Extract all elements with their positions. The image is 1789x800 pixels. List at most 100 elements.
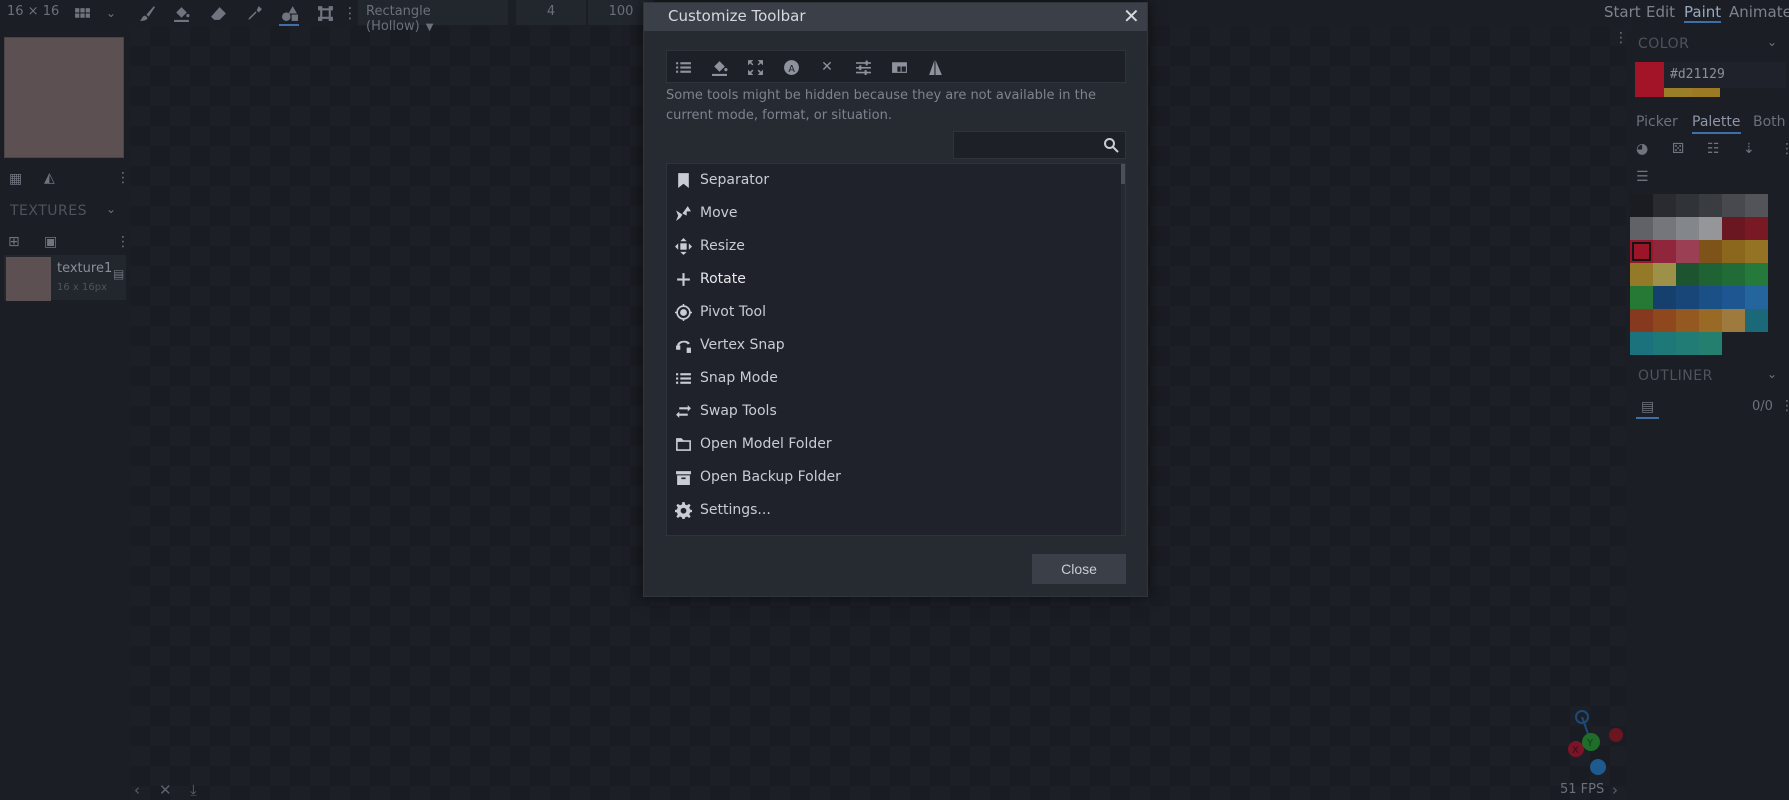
more-vertical-icon[interactable]: ⋮ <box>1780 398 1789 414</box>
palette-swatch[interactable] <box>1745 194 1768 217</box>
layout-icon[interactable] <box>889 58 909 76</box>
import-texture-icon[interactable]: ▣ <box>44 234 57 250</box>
dice-icon[interactable]: ⚄ <box>1672 141 1684 157</box>
dialog-header[interactable]: Customize Toolbar ✕ <box>644 3 1147 31</box>
palette-swatch[interactable] <box>1722 309 1745 332</box>
palette-swatch[interactable] <box>1653 194 1676 217</box>
mode-tab-animate[interactable]: Animate <box>1729 3 1789 21</box>
brush-icon[interactable] <box>137 3 157 23</box>
palette-icon[interactable]: ◕ <box>1636 141 1648 157</box>
list-icon[interactable] <box>673 58 693 76</box>
chevron-right-icon[interactable]: › <box>1612 781 1618 799</box>
more-vertical-icon[interactable]: ⋮ <box>116 234 130 250</box>
badge-a-icon[interactable]: A <box>781 58 801 76</box>
palette-swatch[interactable] <box>1630 194 1653 217</box>
shape-mode-select[interactable]: Rectangle (Hollow) ▼ <box>358 0 508 34</box>
close-button[interactable]: Close <box>1032 554 1126 584</box>
palette-swatch[interactable] <box>1699 286 1722 309</box>
fill-bucket-icon[interactable] <box>171 3 191 23</box>
selection-icon[interactable] <box>315 3 335 23</box>
palette-swatch[interactable] <box>1722 286 1745 309</box>
color-tab-palette[interactable]: Palette <box>1692 114 1741 134</box>
brush-size-input[interactable]: 4 <box>516 0 586 25</box>
color-tab-both[interactable]: Both <box>1753 114 1786 130</box>
list-item-rotate[interactable]: Rotate <box>667 263 1119 295</box>
palette-swatch[interactable] <box>1699 194 1722 217</box>
list-item-open-backup-folder[interactable]: Open Backup Folder <box>667 461 1119 493</box>
mirror-icon[interactable] <box>925 58 945 76</box>
color-hex-input[interactable]: #d21129 <box>1664 62 1786 88</box>
grid-list-icon[interactable]: ☷ <box>1707 141 1720 157</box>
fullscreen-icon[interactable] <box>745 58 765 76</box>
fill-bucket-icon[interactable] <box>709 58 729 76</box>
palette-swatch[interactable] <box>1722 240 1745 263</box>
palette-swatch[interactable] <box>1676 194 1699 217</box>
chevron-down-icon[interactable]: ⌄ <box>101 3 121 23</box>
texture-settings-icon[interactable]: ▤ <box>113 267 124 281</box>
checklist-icon[interactable]: ☰ <box>1636 169 1649 185</box>
sliders-icon[interactable] <box>853 58 873 76</box>
more-vertical-icon[interactable]: ⋮ <box>340 3 360 23</box>
mode-tab-paint[interactable]: Paint <box>1684 3 1722 23</box>
search-icon[interactable] <box>1103 137 1119 153</box>
palette-swatch[interactable] <box>1745 240 1768 263</box>
palette-swatch[interactable] <box>1653 263 1676 286</box>
list-item-move[interactable]: Move <box>667 197 1119 229</box>
palette-swatch[interactable] <box>1676 286 1699 309</box>
list-item-settings[interactable]: Settings... <box>667 494 1119 526</box>
view-icon[interactable] <box>72 3 92 23</box>
list-item-vertex-snap[interactable]: Vertex Snap <box>667 329 1119 361</box>
palette-swatch[interactable] <box>1653 332 1676 355</box>
palette-swatch[interactable] <box>1630 240 1653 263</box>
sort-icon[interactable]: ⇣ <box>1743 141 1755 157</box>
x-icon[interactable]: ✕ <box>159 781 172 799</box>
palette-swatch[interactable] <box>1676 217 1699 240</box>
palette-swatch[interactable] <box>1745 217 1768 240</box>
mode-tab-start[interactable]: Start <box>1604 3 1641 21</box>
color-tab-picker[interactable]: Picker <box>1636 114 1678 130</box>
palette-swatch[interactable] <box>1630 286 1653 309</box>
more-vertical-icon[interactable]: ⋮ <box>1614 30 1628 46</box>
list-scrollbar[interactable] <box>1121 164 1125 535</box>
search-input-field[interactable] <box>958 135 1098 155</box>
palette-swatch[interactable] <box>1676 309 1699 332</box>
chevron-down-icon[interactable]: ⌄ <box>1767 35 1777 49</box>
palette-swatch[interactable] <box>1699 217 1722 240</box>
close-icon[interactable]: ✕ <box>1123 6 1140 26</box>
axis-gizmo[interactable]: X Y <box>1555 705 1635 780</box>
search-input[interactable] <box>953 131 1126 159</box>
palette-swatch[interactable] <box>1653 217 1676 240</box>
download-icon[interactable]: ⤓ <box>190 781 197 799</box>
list-item-pivot-tool[interactable]: Pivot Tool <box>667 296 1119 328</box>
eyedropper-icon[interactable] <box>244 3 264 23</box>
current-color-swatch[interactable] <box>1635 62 1664 97</box>
palette-swatch[interactable] <box>1699 309 1722 332</box>
list-item-separator[interactable]: Separator <box>667 164 1119 196</box>
palette-swatch[interactable] <box>1653 309 1676 332</box>
list-item-keybindings[interactable]: Keybindings <box>667 527 1119 535</box>
palette-swatch[interactable] <box>1653 286 1676 309</box>
palette-swatch[interactable] <box>1676 240 1699 263</box>
palette-swatch[interactable] <box>1722 194 1745 217</box>
texture-list-item[interactable]: texture1 16 x 16px ▤ <box>4 255 126 301</box>
palette-swatch[interactable] <box>1745 263 1768 286</box>
palette-swatch[interactable] <box>1676 332 1699 355</box>
list-item-swap-tools[interactable]: Swap Tools <box>667 395 1119 427</box>
palette-swatch[interactable] <box>1630 332 1653 355</box>
chevron-left-icon[interactable]: ‹ <box>134 781 140 799</box>
palette-swatch[interactable] <box>1699 263 1722 286</box>
palette-swatch[interactable] <box>1722 263 1745 286</box>
list-item-resize[interactable]: Resize <box>667 230 1119 262</box>
mode-tab-edit[interactable]: Edit <box>1646 3 1675 21</box>
palette-swatch[interactable] <box>1745 309 1768 332</box>
chevron-down-icon[interactable]: ⌄ <box>1767 367 1777 381</box>
palette-swatch[interactable] <box>1699 332 1722 355</box>
add-texture-icon[interactable]: ⊞ <box>8 234 20 250</box>
x-icon[interactable]: ✕ <box>817 58 837 76</box>
layout-icon[interactable]: ▦ <box>9 171 22 187</box>
palette-swatch[interactable] <box>1630 309 1653 332</box>
mirror-icon[interactable]: ◭ <box>44 170 55 186</box>
shapes-icon[interactable] <box>279 3 299 26</box>
scrollbar-thumb[interactable] <box>1121 164 1125 184</box>
palette-swatch[interactable] <box>1653 240 1676 263</box>
